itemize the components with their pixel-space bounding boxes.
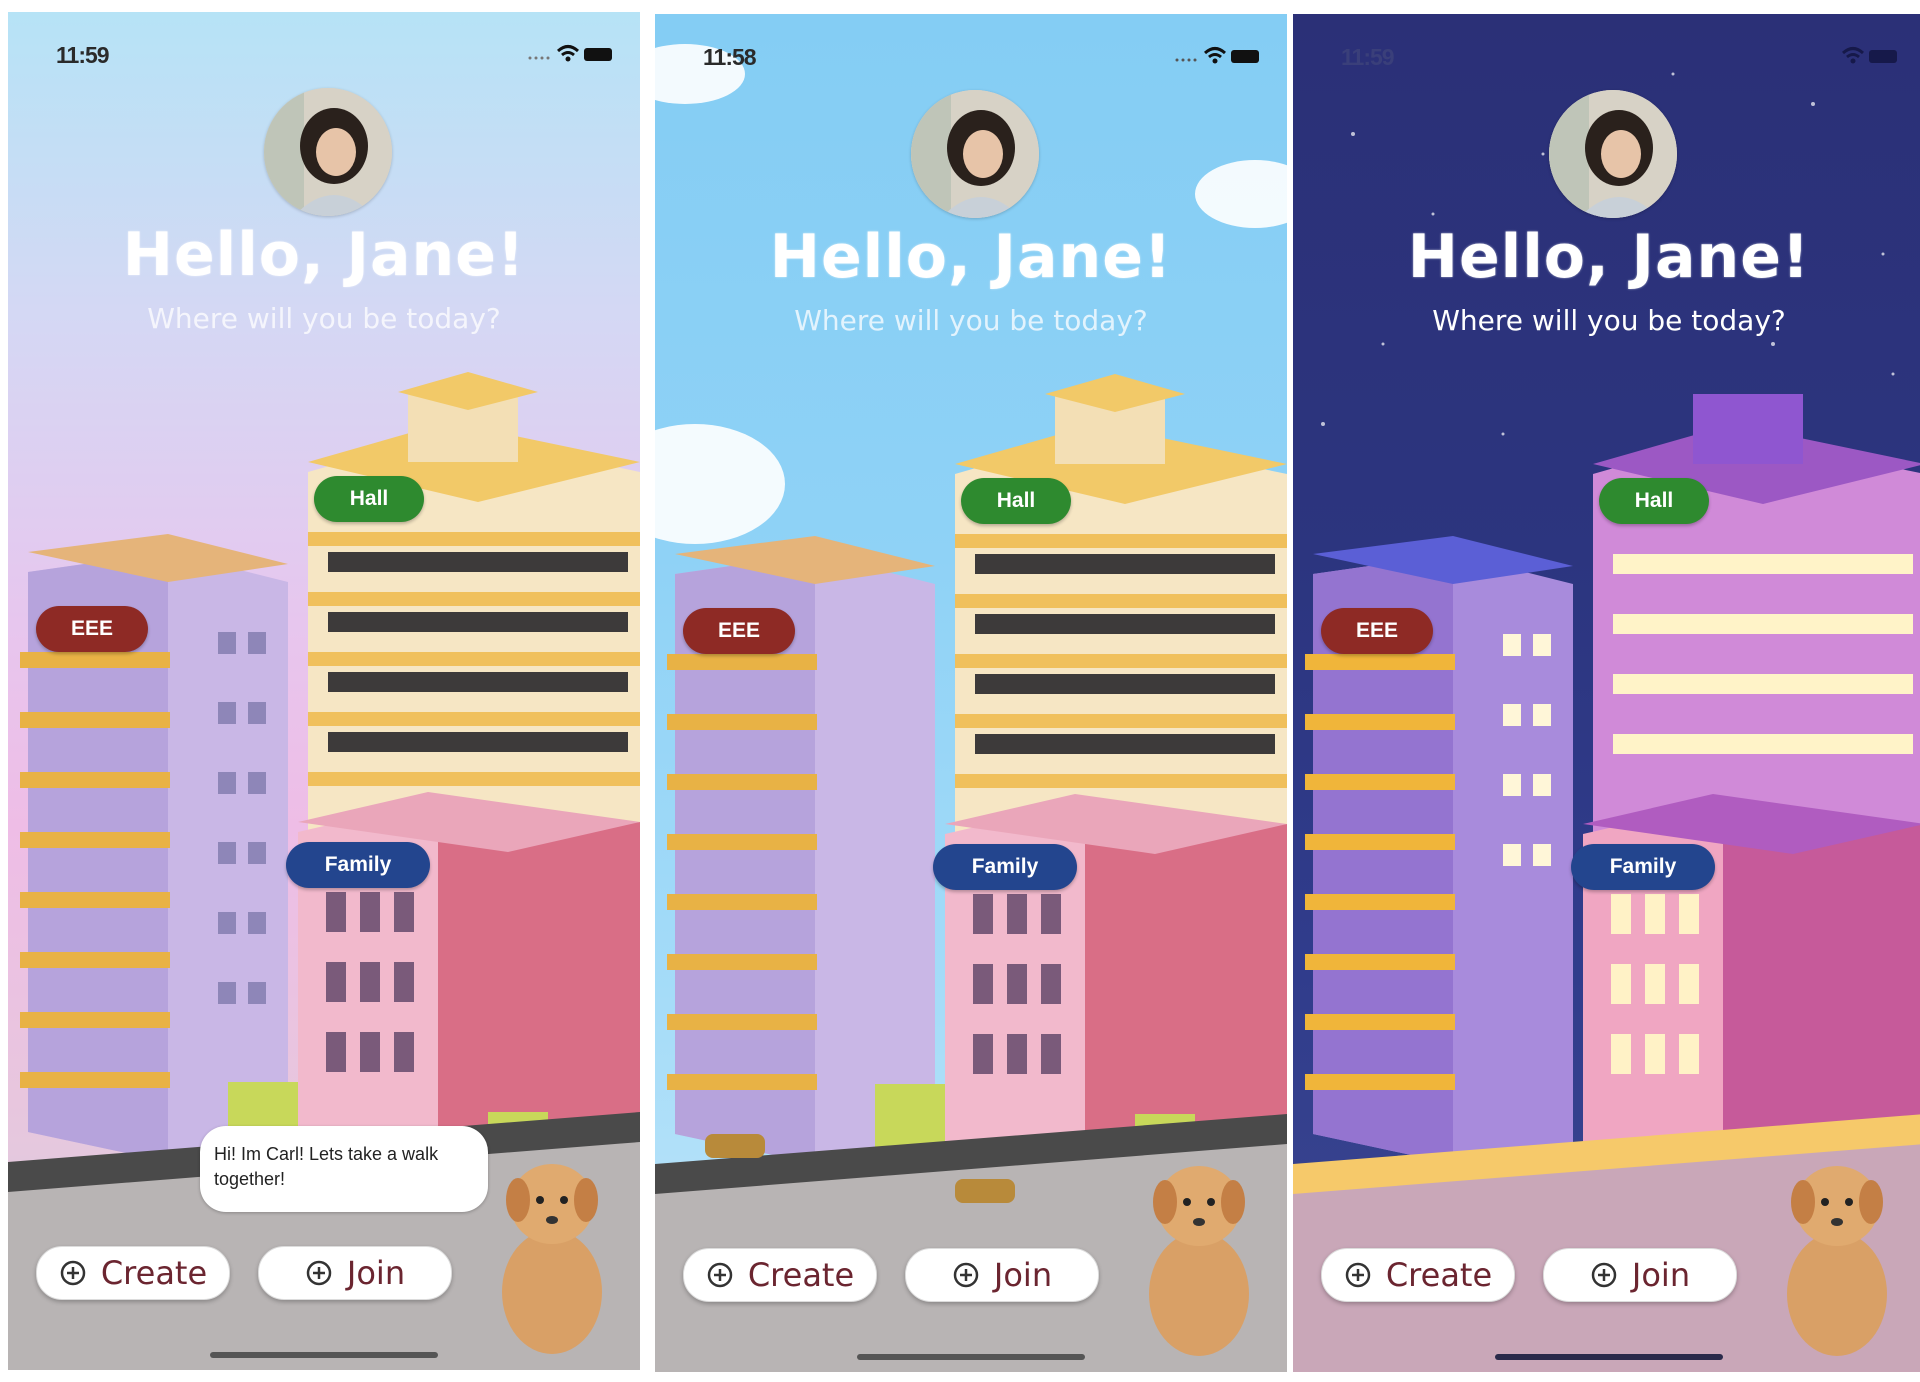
create-button[interactable]: Create: [1321, 1248, 1515, 1302]
battery-icon: [584, 48, 612, 61]
greeting-subtitle: Where will you be today?: [1432, 304, 1786, 337]
create-button-label: Create: [747, 1256, 855, 1294]
status-icons: [528, 45, 612, 62]
home-indicator[interactable]: [1495, 1354, 1723, 1360]
plus-circle-icon: [1345, 1262, 1371, 1288]
status-bar: 11:59: [1293, 36, 1920, 76]
status-icons: [1841, 47, 1897, 64]
create-button-label: Create: [1385, 1256, 1493, 1294]
building-label-eee[interactable]: EEE: [36, 606, 148, 652]
user-avatar[interactable]: [911, 90, 1039, 218]
status-icons: [1175, 47, 1259, 64]
plus-circle-icon: [60, 1260, 86, 1286]
signal-icon: [1175, 58, 1197, 62]
plus-circle-icon: [1591, 1262, 1617, 1288]
building-label-eee[interactable]: EEE: [683, 608, 795, 654]
greeting-title: Hello, Jane!: [1407, 222, 1811, 292]
signal-icon: [528, 56, 550, 60]
companion-message: Hi! Im Carl! Lets take a walk together!: [214, 1144, 439, 1189]
dog-character: [502, 1164, 602, 1354]
battery-icon: [1869, 50, 1897, 63]
phone-screen-night: 11:59 Hello, Jane! Where will you be tod…: [1293, 14, 1920, 1372]
create-button-label: Create: [100, 1254, 208, 1292]
wifi-icon: [556, 45, 580, 62]
wifi-icon: [1841, 47, 1865, 64]
status-bar: 11:59: [8, 34, 640, 74]
building-label-family[interactable]: Family: [933, 844, 1077, 890]
user-avatar[interactable]: [1549, 90, 1677, 218]
join-button-label: Join: [1631, 1256, 1691, 1294]
greeting-subtitle: Where will you be today?: [794, 304, 1148, 337]
building-label-hall[interactable]: Hall: [1599, 478, 1709, 524]
status-time: 11:59: [1341, 44, 1395, 70]
wifi-icon: [1203, 47, 1227, 64]
status-time: 11:59: [56, 42, 110, 68]
join-button-label: Join: [993, 1256, 1053, 1294]
status-bar: 11:58: [655, 36, 1287, 76]
join-button-label: Join: [346, 1254, 406, 1292]
greeting-subtitle: Where will you be today?: [147, 302, 501, 335]
dog-character: [1149, 1166, 1249, 1356]
join-button[interactable]: Join: [258, 1246, 452, 1300]
status-time: 11:58: [703, 44, 757, 70]
companion-speech-bubble: Hi! Im Carl! Lets take a walk together!: [200, 1126, 488, 1212]
building-label-hall[interactable]: Hall: [961, 478, 1071, 524]
plus-circle-icon: [306, 1260, 332, 1286]
create-button[interactable]: Create: [683, 1248, 877, 1302]
home-indicator[interactable]: [857, 1354, 1085, 1360]
join-button[interactable]: Join: [905, 1248, 1099, 1302]
home-indicator[interactable]: [210, 1352, 438, 1358]
dog-character: [1787, 1166, 1887, 1356]
greeting-title: Hello, Jane!: [122, 220, 526, 290]
greeting-title: Hello, Jane!: [769, 222, 1173, 292]
phone-screen-dusk: 11:59 Hello, Jane! Where will you be tod…: [8, 12, 640, 1370]
user-avatar[interactable]: [264, 88, 392, 216]
join-button[interactable]: Join: [1543, 1248, 1737, 1302]
building-label-hall[interactable]: Hall: [314, 476, 424, 522]
create-button[interactable]: Create: [36, 1246, 230, 1300]
plus-circle-icon: [953, 1262, 979, 1288]
building-label-eee[interactable]: EEE: [1321, 608, 1433, 654]
plus-circle-icon: [707, 1262, 733, 1288]
building-label-family[interactable]: Family: [1571, 844, 1715, 890]
battery-icon: [1231, 50, 1259, 63]
building-label-family[interactable]: Family: [286, 842, 430, 888]
phone-screen-day: 11:58 Hello, Jane! Where will you be tod…: [655, 14, 1287, 1372]
